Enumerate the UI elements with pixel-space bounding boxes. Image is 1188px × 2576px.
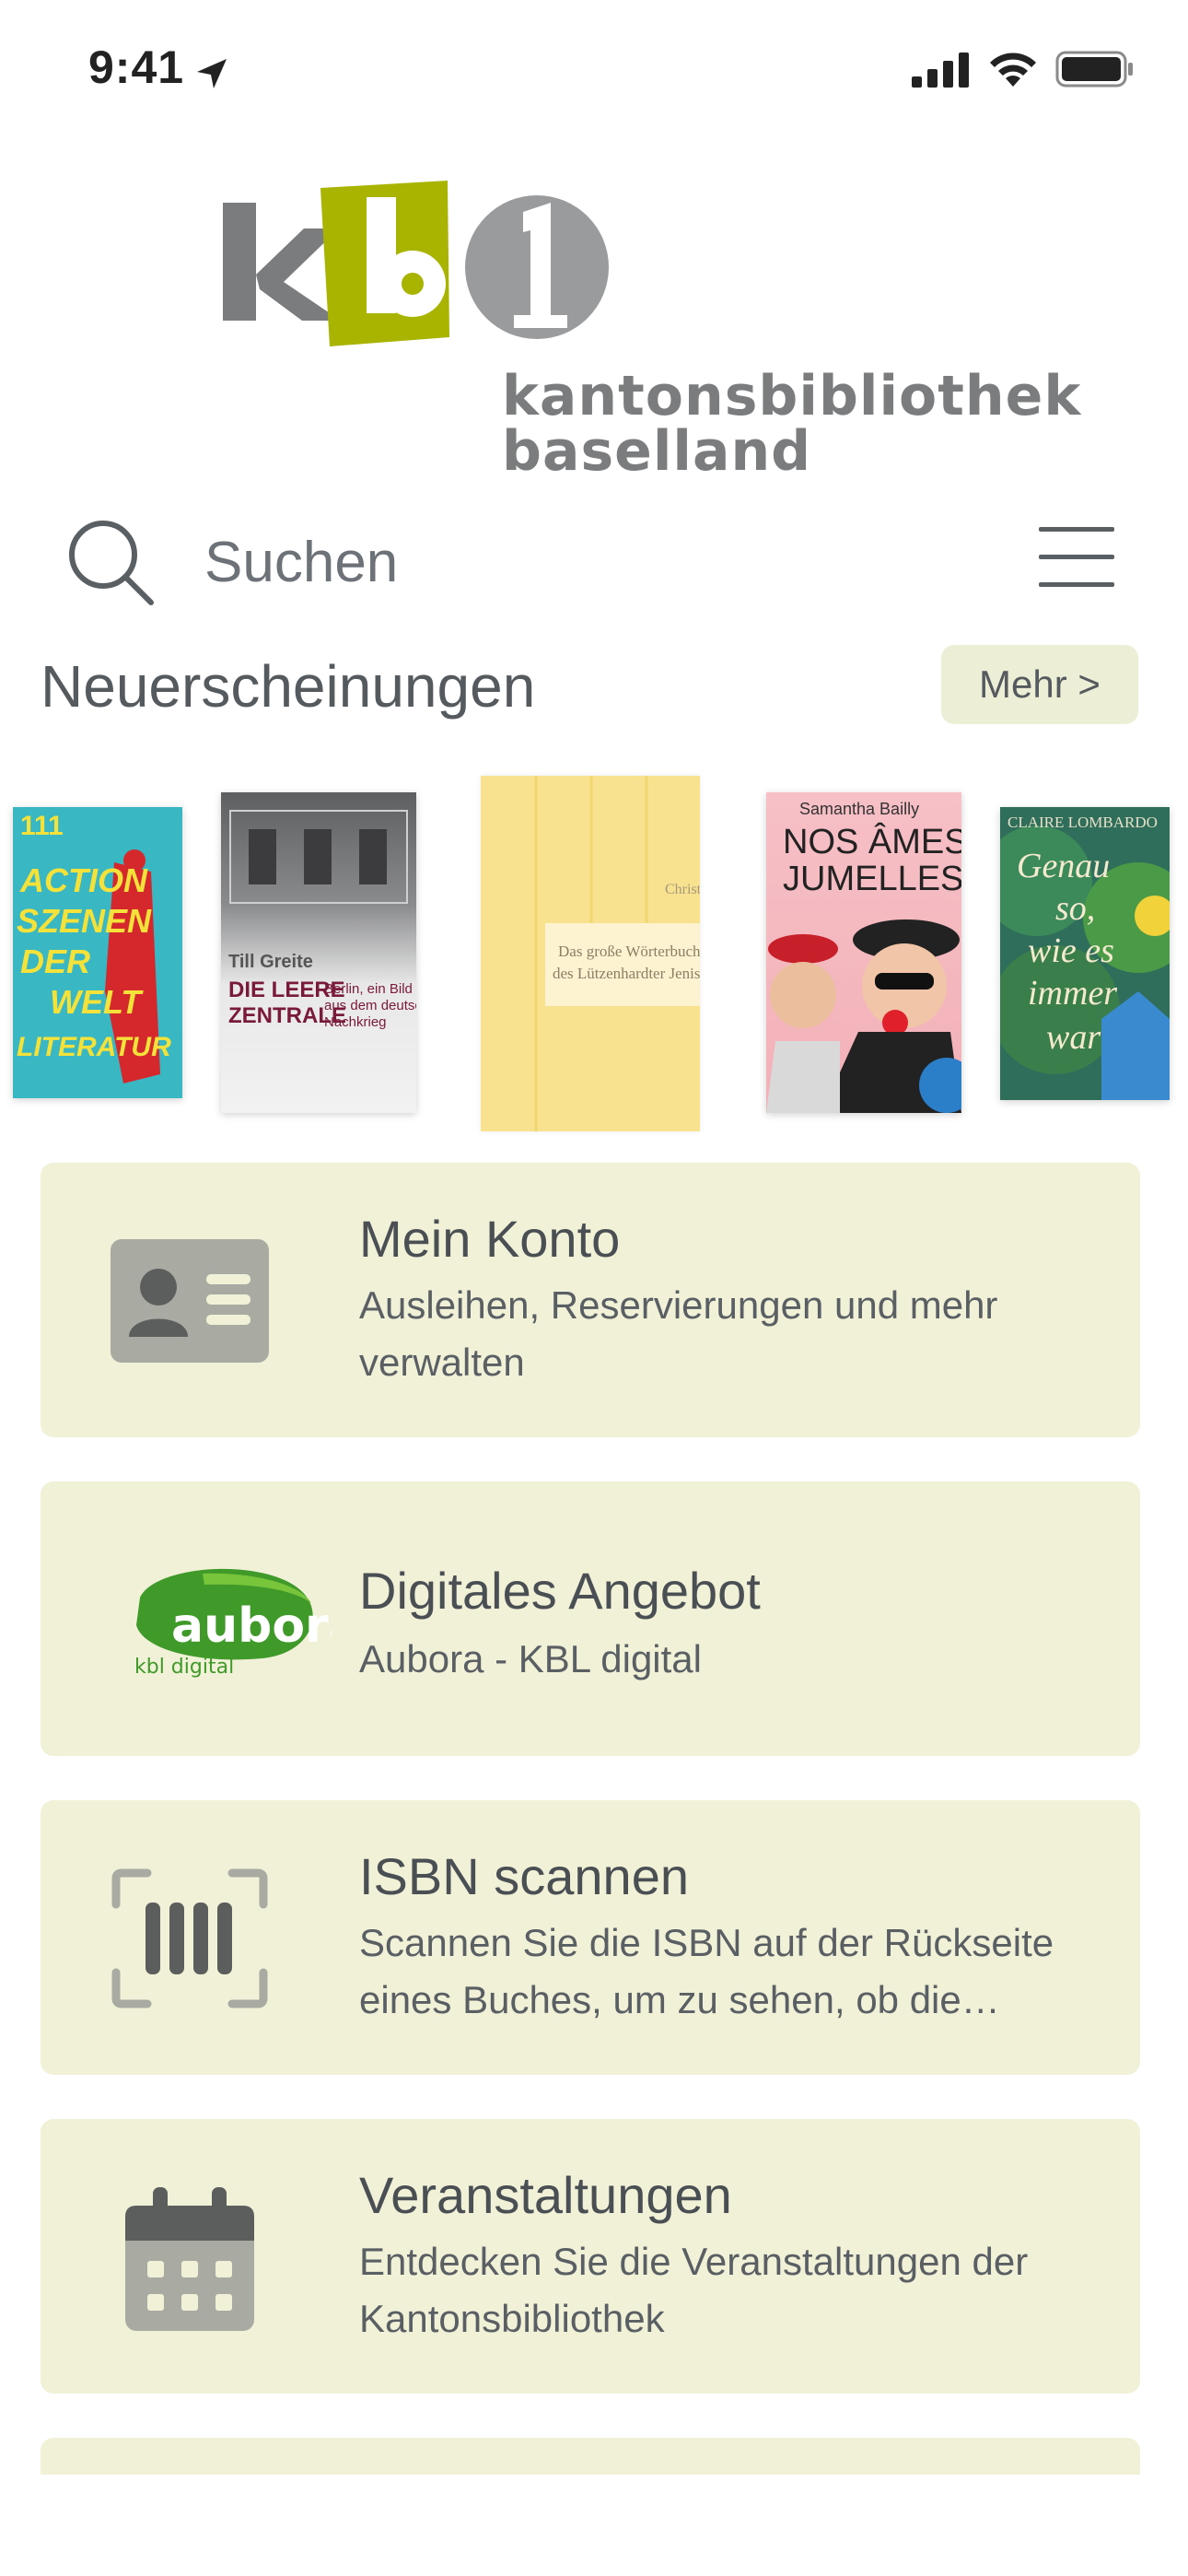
isbn-scan-card-subtitle: Scannen Sie die ISBN auf der Rückseite e…: [359, 1921, 1054, 2021]
search-icon[interactable]: [64, 516, 157, 608]
logo-line-2: baselland: [502, 419, 812, 484]
book-4-title-2: JUMELLES: [783, 860, 961, 898]
search-input[interactable]: [204, 521, 941, 603]
book-cover-3[interactable]: Christian Ehr Das große Wörterbuch des L…: [481, 776, 700, 1131]
book-cover-5[interactable]: CLAIRE LOMBARDO Genau so, wie es immer w…: [1000, 807, 1170, 1100]
book-cover-1-art: 111 ACTION SZENEN DER WELT LITERATUR: [17, 811, 171, 1083]
book-cover-4[interactable]: Samantha Bailly NOS ÂMES JUMELLES: [766, 792, 961, 1113]
status-time: 9:41: [88, 41, 185, 93]
events-card[interactable]: Veranstaltungen Entdecken Sie die Verans…: [41, 2119, 1140, 2394]
book-5-title-5: war: [1046, 1018, 1101, 1057]
events-card-subtitle: Entdecken Sie die Veranstaltungen der Ka…: [359, 2240, 1029, 2340]
aubora-logo-sub: kbl digital: [134, 1656, 234, 1679]
account-card[interactable]: Mein Konto Ausleihen, Reservierungen und…: [41, 1163, 1140, 1437]
book-1-line-5: WELT: [50, 983, 144, 1021]
signal-icon: [912, 53, 969, 88]
book-1-line-3: SZENEN: [17, 902, 152, 940]
book-4-author: Samantha Bailly: [799, 800, 919, 818]
book-3-author: Christian Ehr: [665, 882, 700, 897]
book-1-line-4: DER: [20, 943, 90, 980]
book-1-line-1: 111: [20, 811, 64, 841]
book-2-sub-3: Nachkrieg: [324, 1014, 387, 1030]
book-cover-5-art: CLAIRE LOMBARDO Genau so, wie es immer w…: [1000, 814, 1170, 1100]
location-arrow-icon: [197, 59, 227, 88]
isbn-scan-card-title: ISBN scannen: [359, 1847, 689, 1905]
id-card-icon: [109, 1227, 271, 1375]
digital-offer-card-title: Digitales Angebot: [359, 1562, 761, 1620]
book-cover-3-art: Christian Ehr Das große Wörterbuch des L…: [481, 776, 700, 1131]
status-bar: 9:41: [0, 0, 1188, 147]
logo-line-1: kantonsbibliothek: [502, 364, 1082, 428]
account-card-title: Mein Konto: [359, 1210, 621, 1268]
next-card-partial[interactable]: [41, 2438, 1140, 2475]
book-2-author: Till Greite: [228, 952, 313, 972]
aubora-logo-text: aubora: [171, 1598, 332, 1654]
search-bar: [0, 507, 1188, 617]
calendar-icon: [109, 2184, 271, 2331]
events-card-title: Veranstaltungen: [359, 2166, 732, 2224]
isbn-scan-card[interactable]: ISBN scannen Scannen Sie die ISBN auf de…: [41, 1800, 1140, 2075]
book-3-title-2: des Lützenhardter Jenisch: [553, 965, 700, 982]
status-indicators: [912, 50, 1135, 88]
book-cover-1[interactable]: 111 ACTION SZENEN DER WELT LITERATUR: [13, 807, 182, 1098]
book-cover-4-art: Samantha Bailly NOS ÂMES JUMELLES: [766, 800, 961, 1113]
book-5-title-2: so,: [1055, 889, 1095, 928]
book-1-line-2: ACTION: [19, 861, 148, 899]
book-5-title-1: Genau: [1017, 847, 1110, 885]
logo-wordmark: kantonsbibliothek baselland: [502, 369, 1081, 479]
battery-icon: [1055, 51, 1133, 88]
digital-offer-card[interactable]: aubora kbl digital Digitales Angebot Aub…: [41, 1481, 1140, 1756]
barcode-scan-icon: [109, 1865, 271, 2012]
book-4-title-1: NOS ÂMES: [783, 822, 961, 861]
book-5-title-4: immer: [1028, 974, 1117, 1013]
book-cover-2-art: Till Greite DIE LEERE ZENTRALE Berlin, e…: [228, 810, 416, 1030]
account-card-subtitle: Ausleihen, Reservierungen und mehr verwa…: [359, 1283, 998, 1384]
section-title-new-releases: Neuerscheinungen: [41, 653, 536, 720]
book-5-author: CLAIRE LOMBARDO: [1007, 814, 1158, 831]
book-2-sub-1: Berlin, ein Bild: [324, 981, 413, 997]
book-1-line-6: LITERATUR: [17, 1032, 171, 1062]
hamburger-menu-icon[interactable]: [1039, 525, 1114, 590]
book-5-title-3: wie es: [1028, 931, 1114, 970]
wifi-icon: [990, 53, 1036, 87]
aubora-logo: aubora kbl digital: [92, 1546, 332, 1693]
book-2-sub-2: aus dem deutschen: [324, 998, 416, 1013]
digital-offer-card-subtitle: Aubora - KBL digital: [359, 1637, 702, 1680]
book-3-title-1: Das große Wörterbuch: [558, 943, 700, 960]
more-button[interactable]: Mehr >: [941, 645, 1138, 724]
book-carousel[interactable]: 111 ACTION SZENEN DER WELT LITERATUR Til…: [0, 765, 1188, 1152]
book-cover-2[interactable]: Till Greite DIE LEERE ZENTRALE Berlin, e…: [221, 792, 416, 1113]
